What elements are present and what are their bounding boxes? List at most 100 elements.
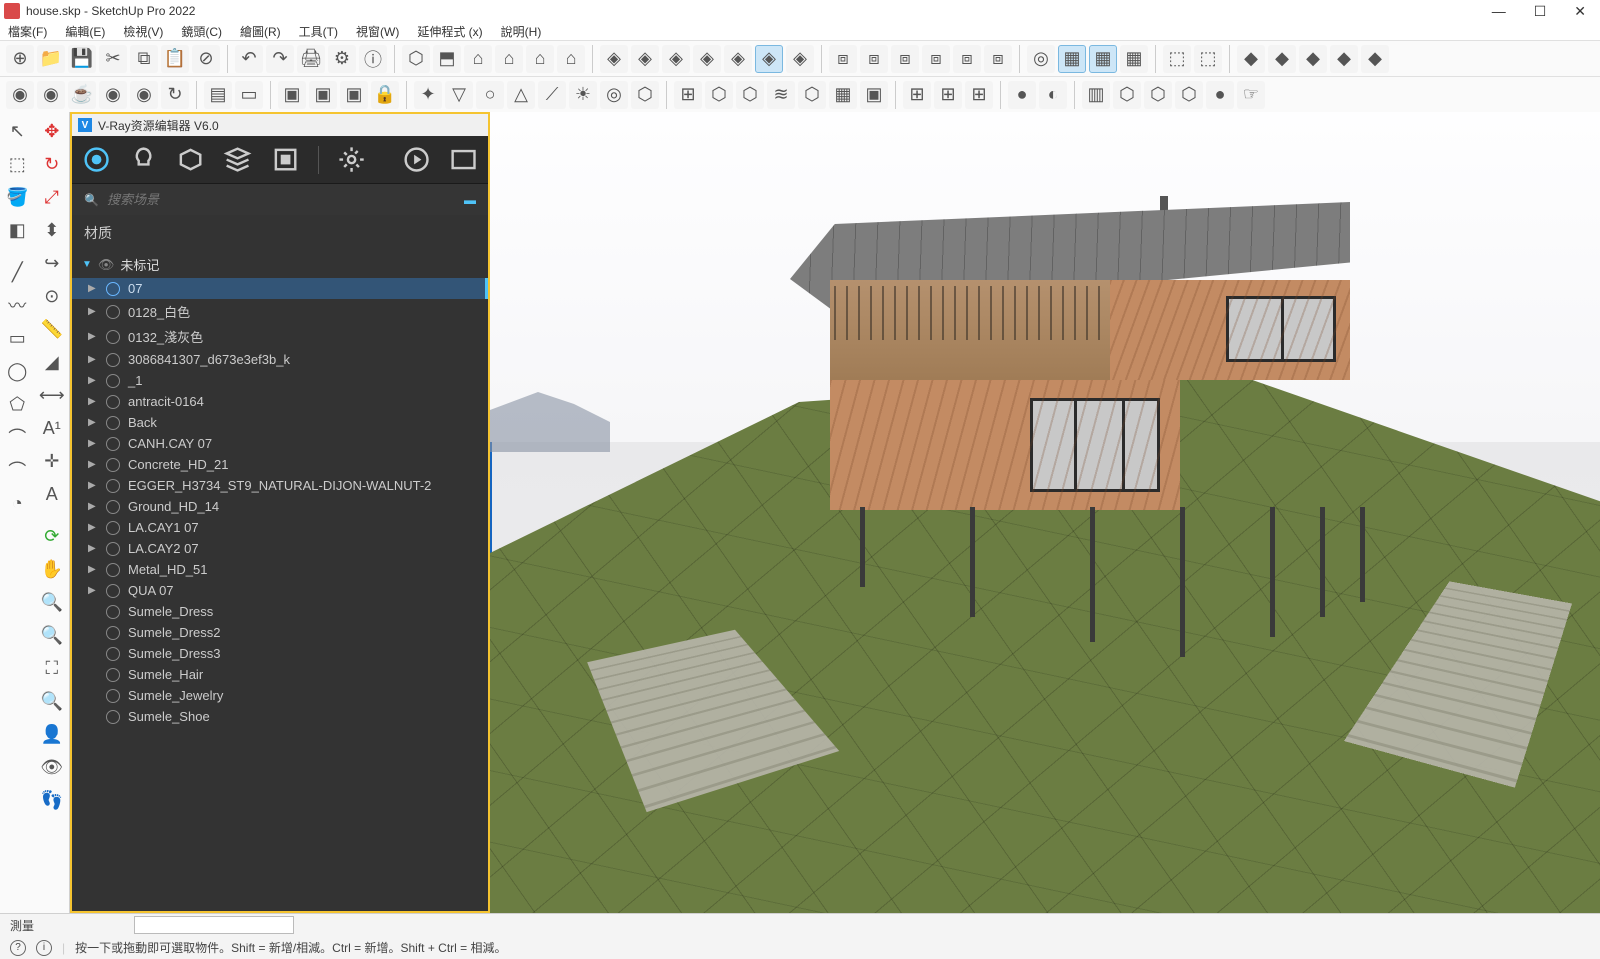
material-item[interactable]: ▶Sumele_Jewelry [72,685,488,706]
cut-icon[interactable]: ✂ [99,45,127,73]
material-item[interactable]: ▶0132_淺灰色 [72,324,488,349]
vray-tool2-icon[interactable]: ⊞ [934,81,962,109]
vray-tab-materials-icon[interactable] [82,145,111,175]
expand-arrow-icon[interactable]: ▶ [88,375,98,386]
material-item[interactable]: ▶CANH.CAY 07 [72,433,488,454]
vray-light4-icon[interactable]: △ [507,81,535,109]
zoom-tool-icon[interactable]: 🔍 [37,587,67,617]
vray-light1-icon[interactable]: ✦ [414,81,442,109]
vray-frame-buffer-icon[interactable] [449,145,478,175]
material-item[interactable]: ▶Sumele_Dress [72,601,488,622]
fog-icon[interactable]: ▦ [1058,45,1086,73]
settings-icon[interactable]: ⚙ [328,45,356,73]
menu-view[interactable]: 檢視(V) [119,23,167,40]
solid-split-icon[interactable]: ⧈ [984,45,1012,73]
vray-render-button-icon[interactable] [402,145,431,175]
menu-help[interactable]: 說明(H) [497,23,546,40]
dynamic3-icon[interactable]: ◆ [1299,45,1327,73]
vray-tool1-icon[interactable]: ⊞ [903,81,931,109]
vray-interactive-icon[interactable]: ◉ [37,81,65,109]
vray-tab-geometry-icon[interactable] [176,145,205,175]
menu-extensions[interactable]: 延伸程式 (x) [413,23,486,40]
vray-util4-icon[interactable]: ⬡ [1175,81,1203,109]
position-camera-icon[interactable]: 👤 [37,719,67,749]
minimize-button[interactable]: — [1492,3,1506,20]
vray-batch-icon[interactable]: ▤ [204,81,232,109]
backface-icon[interactable]: ◈ [631,45,659,73]
paint-tool-icon[interactable]: 🪣 [2,182,32,212]
sandbox2-icon[interactable]: ⬚ [1194,45,1222,73]
sandbox1-icon[interactable]: ⬚ [1163,45,1191,73]
vray-light8-icon[interactable]: ⬡ [631,81,659,109]
vray-frame2-icon[interactable]: ▣ [309,81,337,109]
expand-arrow-icon[interactable]: ▶ [88,459,98,470]
expand-arrow-icon[interactable]: ▶ [88,396,98,407]
pan-tool-icon[interactable]: ✋ [37,554,67,584]
vray-asset-icon[interactable]: ▣ [278,81,306,109]
help-icon[interactable]: ? [10,940,26,956]
vray-geo1-icon[interactable]: ● [1008,81,1036,109]
expand-arrow-icon[interactable]: ▶ [88,438,98,449]
info2-icon[interactable]: i [36,940,52,956]
profile-icon[interactable]: ▦ [1120,45,1148,73]
followme-tool-icon[interactable]: ↪ [37,248,67,278]
material-item[interactable]: ▶LA.CAY1 07 [72,517,488,538]
shadow-icon[interactable]: ◎ [1027,45,1055,73]
hidden-icon[interactable]: ◈ [693,45,721,73]
menu-tools[interactable]: 工具(T) [295,23,342,40]
tree-root-untagged[interactable]: ▼ 👁 未标记 [72,251,488,278]
axes-tool-icon[interactable]: ✛ [37,446,67,476]
material-item[interactable]: ▶Back [72,412,488,433]
expand-arrow-icon[interactable]: ▶ [88,331,98,342]
edge-icon[interactable]: ▦ [1089,45,1117,73]
maximize-button[interactable]: ☐ [1534,3,1547,20]
vray-vision-icon[interactable]: ◉ [99,81,127,109]
3dtext-tool-icon[interactable]: A [37,479,67,509]
component-tool-icon[interactable]: ⬚ [2,149,32,179]
save-icon[interactable]: 💾 [68,45,96,73]
material-item[interactable]: ▶_1 [72,370,488,391]
measurement-input[interactable] [134,916,294,934]
vray-light3-icon[interactable]: ○ [476,81,504,109]
material-item[interactable]: ▶Sumele_Shoe [72,706,488,727]
vray-obj5-icon[interactable]: ⬡ [798,81,826,109]
3d-viewport[interactable] [490,112,1600,913]
solid-trim-icon[interactable]: ⧈ [953,45,981,73]
menu-window[interactable]: 視窗(W) [352,23,403,40]
offset-tool-icon[interactable]: ⊙ [37,281,67,311]
right-view-icon[interactable]: ⌂ [495,45,523,73]
walk-tool-icon[interactable]: 👣 [37,785,67,815]
dynamic2-icon[interactable]: ◆ [1268,45,1296,73]
vray-obj2-icon[interactable]: ⬡ [705,81,733,109]
vray-geo2-icon[interactable]: ◐ [1039,81,1067,109]
vray-panel-titlebar[interactable]: V V-Ray资源编辑器 V6.0 [72,114,488,136]
expand-arrow-icon[interactable]: ▶ [88,501,98,512]
expand-arrow-icon[interactable]: ▶ [88,564,98,575]
iso-icon[interactable]: ⬡ [402,45,430,73]
line-tool-icon[interactable]: ╱ [2,257,32,287]
vray-render-icon[interactable]: ◉ [6,81,34,109]
vray-util1-icon[interactable]: ▥ [1082,81,1110,109]
material-item[interactable]: ▶Ground_HD_14 [72,496,488,517]
tape-tool-icon[interactable]: 📏 [37,314,67,344]
material-item[interactable]: ▶0128_白色 [72,299,488,324]
move-tool-icon[interactable]: ✥ [37,116,67,146]
dynamic5-icon[interactable]: ◆ [1361,45,1389,73]
material-item[interactable]: ▶Metal_HD_51 [72,559,488,580]
material-item[interactable]: ▶Sumele_Dress3 [72,643,488,664]
expand-arrow-icon[interactable]: ▼ [82,259,92,270]
vray-obj6-icon[interactable]: ▦ [829,81,857,109]
scale-tool-icon[interactable]: ⤢ [37,182,67,212]
rotate-tool-icon[interactable]: ↻ [37,149,67,179]
clear-search-icon[interactable]: ▬ [464,193,476,207]
shaded-texture-icon[interactable]: ◈ [755,45,783,73]
vray-tab-settings-icon[interactable] [337,145,366,175]
paste-icon[interactable]: 📋 [161,45,189,73]
expand-arrow-icon[interactable]: ▶ [88,283,98,294]
arc2-tool-icon[interactable]: ⌒ [2,455,32,485]
material-item[interactable]: ▶Sumele_Dress2 [72,622,488,643]
material-item[interactable]: ▶Concrete_HD_21 [72,454,488,475]
vray-tab-textures-icon[interactable] [223,145,252,175]
expand-arrow-icon[interactable]: ▶ [88,354,98,365]
zoom-extents-icon[interactable]: ⛶ [37,653,67,683]
